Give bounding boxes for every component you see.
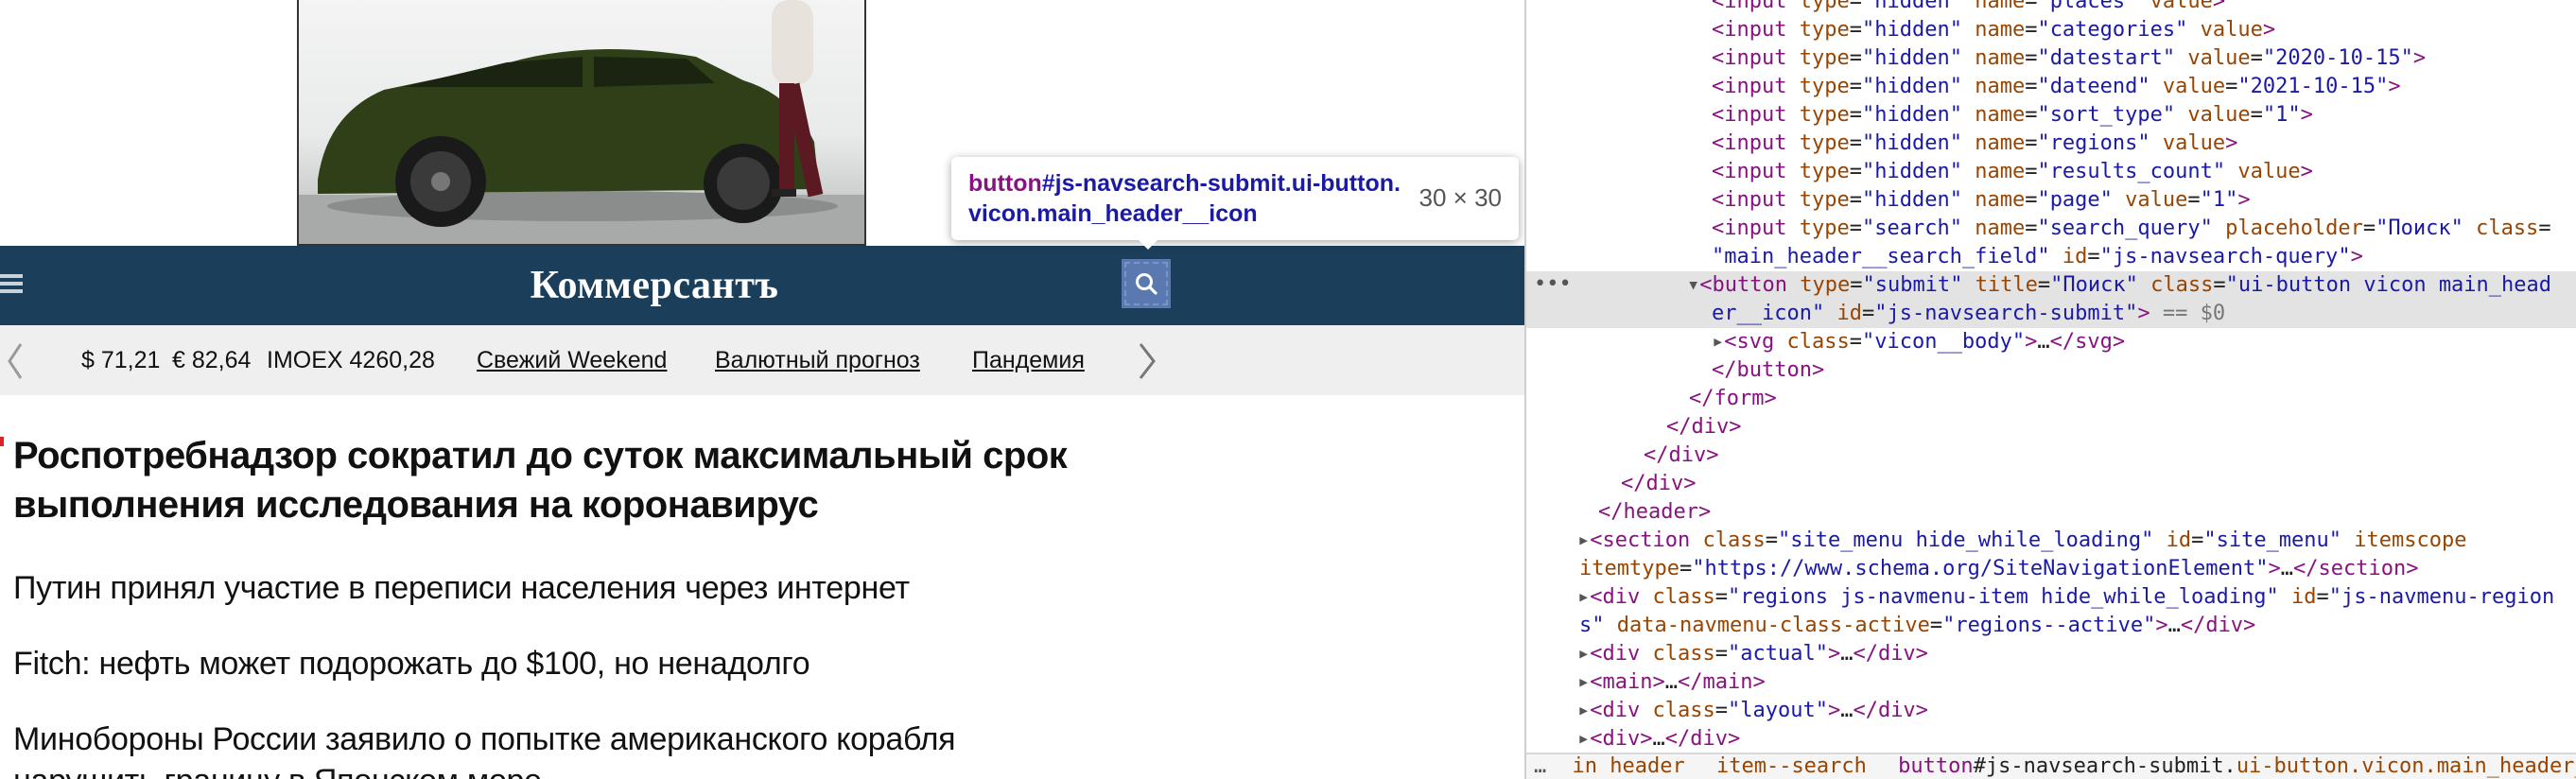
hamburger-menu-icon[interactable] [0, 270, 25, 301]
dom-input-line[interactable]: <input type="hidden" name="datestart" va… [1712, 44, 2426, 73]
breadcrumb-dots[interactable]: … [1534, 754, 1546, 779]
dom-input-line[interactable]: <input type="hidden" name="categories" v… [1712, 16, 2275, 44]
dom-svg-line[interactable]: ▸<svg class="vicon__body">…</svg> [1712, 328, 2125, 356]
dom-actual-div-line[interactable]: ▸<div class="actual">…</div> [1577, 640, 1928, 668]
tooltip-selector: button#js-navsearch-submit.ui-button.vic… [968, 168, 1413, 229]
ticker-link-weekend[interactable]: Свежий Weekend [477, 346, 667, 374]
dom-input-line[interactable]: <input type="hidden" name="places" value… [1712, 0, 2225, 16]
headline-marker [0, 437, 4, 446]
main-headline-line1: Роспотребнадзор сократил до суток максим… [13, 435, 1068, 476]
breadcrumb-item[interactable]: item--search [1716, 754, 1867, 779]
dom-section-line-cont[interactable]: itemtype="https://www.schema.org/SiteNav… [1579, 555, 2418, 583]
usd-rate: $ 71,21 [81, 347, 161, 373]
dom-input-line[interactable]: <input type="hidden" name="dateend" valu… [1712, 73, 2401, 101]
dom-regions-div-line[interactable]: ▸<div class="regions js-navmenu-item hid… [1577, 583, 2554, 612]
dom-search-input-line-cont[interactable]: "main_header__search_field" id="js-navse… [1712, 243, 2363, 271]
dom-close-header-line[interactable]: </header> [1598, 498, 1711, 527]
inspector-tooltip: button#js-navsearch-submit.ui-button.vic… [951, 157, 1519, 250]
node-options-icon[interactable]: ••• [1534, 272, 1572, 296]
dom-close-form-line[interactable]: </form> [1689, 385, 1777, 413]
webpage-viewport: Коммерсантъ $ 71,21 € 82,64 IMOEX 4260,2… [0, 0, 1524, 779]
dom-input-line[interactable]: <input type="hidden" name="page" value="… [1712, 186, 2251, 215]
dom-section-line[interactable]: ▸<section class="site_menu hide_while_lo… [1577, 527, 2467, 555]
dom-search-input-line[interactable]: <input type="search" name="search_query"… [1712, 215, 2551, 243]
chevron-left-icon[interactable] [6, 340, 25, 382]
dom-input-line[interactable]: <input type="hidden" name="regions" valu… [1712, 130, 2237, 158]
advertisement-banner[interactable] [297, 0, 866, 246]
search-icon [1136, 273, 1157, 295]
main-headline-line2: выполнения исследования на коронавирус [13, 484, 819, 526]
dom-close-div-line[interactable]: </div> [1621, 470, 1696, 498]
dom-close-button-line[interactable]: </button> [1712, 356, 1824, 385]
tooltip-arrow [1137, 238, 1159, 250]
search-button[interactable] [1122, 259, 1171, 308]
dom-layout-div-line[interactable]: ▸<div class="layout">…</div> [1577, 697, 1928, 725]
car-ad-image [299, 0, 864, 244]
dom-div-line[interactable]: ▸<div>…</div> [1577, 725, 1740, 753]
chevron-right-icon[interactable] [1135, 340, 1157, 382]
imoex-index: IMOEX 4260,28 [267, 347, 435, 373]
site-header: Коммерсантъ [0, 246, 1524, 325]
main-headline[interactable]: Роспотребнадзор сократил до суток максим… [13, 431, 1068, 529]
ticker-link-currency-forecast[interactable]: Валютный прогноз [715, 346, 920, 374]
news-item[interactable]: Путин принял участие в переписи населени… [13, 567, 910, 609]
tooltip-size: 30 × 30 [1419, 183, 1502, 212]
dom-selected-button-line[interactable]: ▾<button type="submit" title="Поиск" cla… [1687, 271, 2551, 300]
dom-input-line[interactable]: <input type="hidden" name="results_count… [1712, 158, 2313, 186]
breadcrumb-item[interactable]: in header [1573, 754, 1685, 779]
breadcrumb-item-current[interactable]: button#js-navsearch-submit.ui-button.vic… [1898, 754, 2576, 779]
ticker-bar: $ 71,21 € 82,64 IMOEX 4260,28 Свежий Wee… [0, 325, 1524, 395]
dom-selected-button-line-cont[interactable]: er__icon" id="js-navsearch-submit"> == $… [1712, 300, 2225, 328]
devtools-elements-panel: ••• <input type="hidden" name="places" v… [1524, 0, 2576, 779]
eur-rate: € 82,64 [172, 347, 252, 373]
devtools-breadcrumb: … in header item--search button#js-navse… [1526, 753, 2576, 779]
ticker-link-pandemic[interactable]: Пандемия [972, 346, 1085, 374]
dom-regions-div-line-cont[interactable]: s" data-navmenu-class-active="regions--a… [1579, 612, 2255, 640]
news-item-continuation[interactable]: нарушить границу в Японском море [13, 760, 542, 779]
dom-main-line[interactable]: ▸<main>…</main> [1577, 668, 1766, 697]
dom-close-div-line[interactable]: </div> [1666, 413, 1741, 441]
site-logo[interactable]: Коммерсантъ [427, 263, 881, 308]
tooltip-tag: button [968, 170, 1042, 197]
news-item[interactable]: Fitch: нефть может подорожать до $100, н… [13, 643, 810, 684]
news-item[interactable]: Минобороны России заявило о попытке амер… [13, 718, 956, 760]
dom-close-div-line[interactable]: </div> [1644, 441, 1718, 470]
dom-input-line[interactable]: <input type="hidden" name="sort_type" va… [1712, 101, 2313, 130]
